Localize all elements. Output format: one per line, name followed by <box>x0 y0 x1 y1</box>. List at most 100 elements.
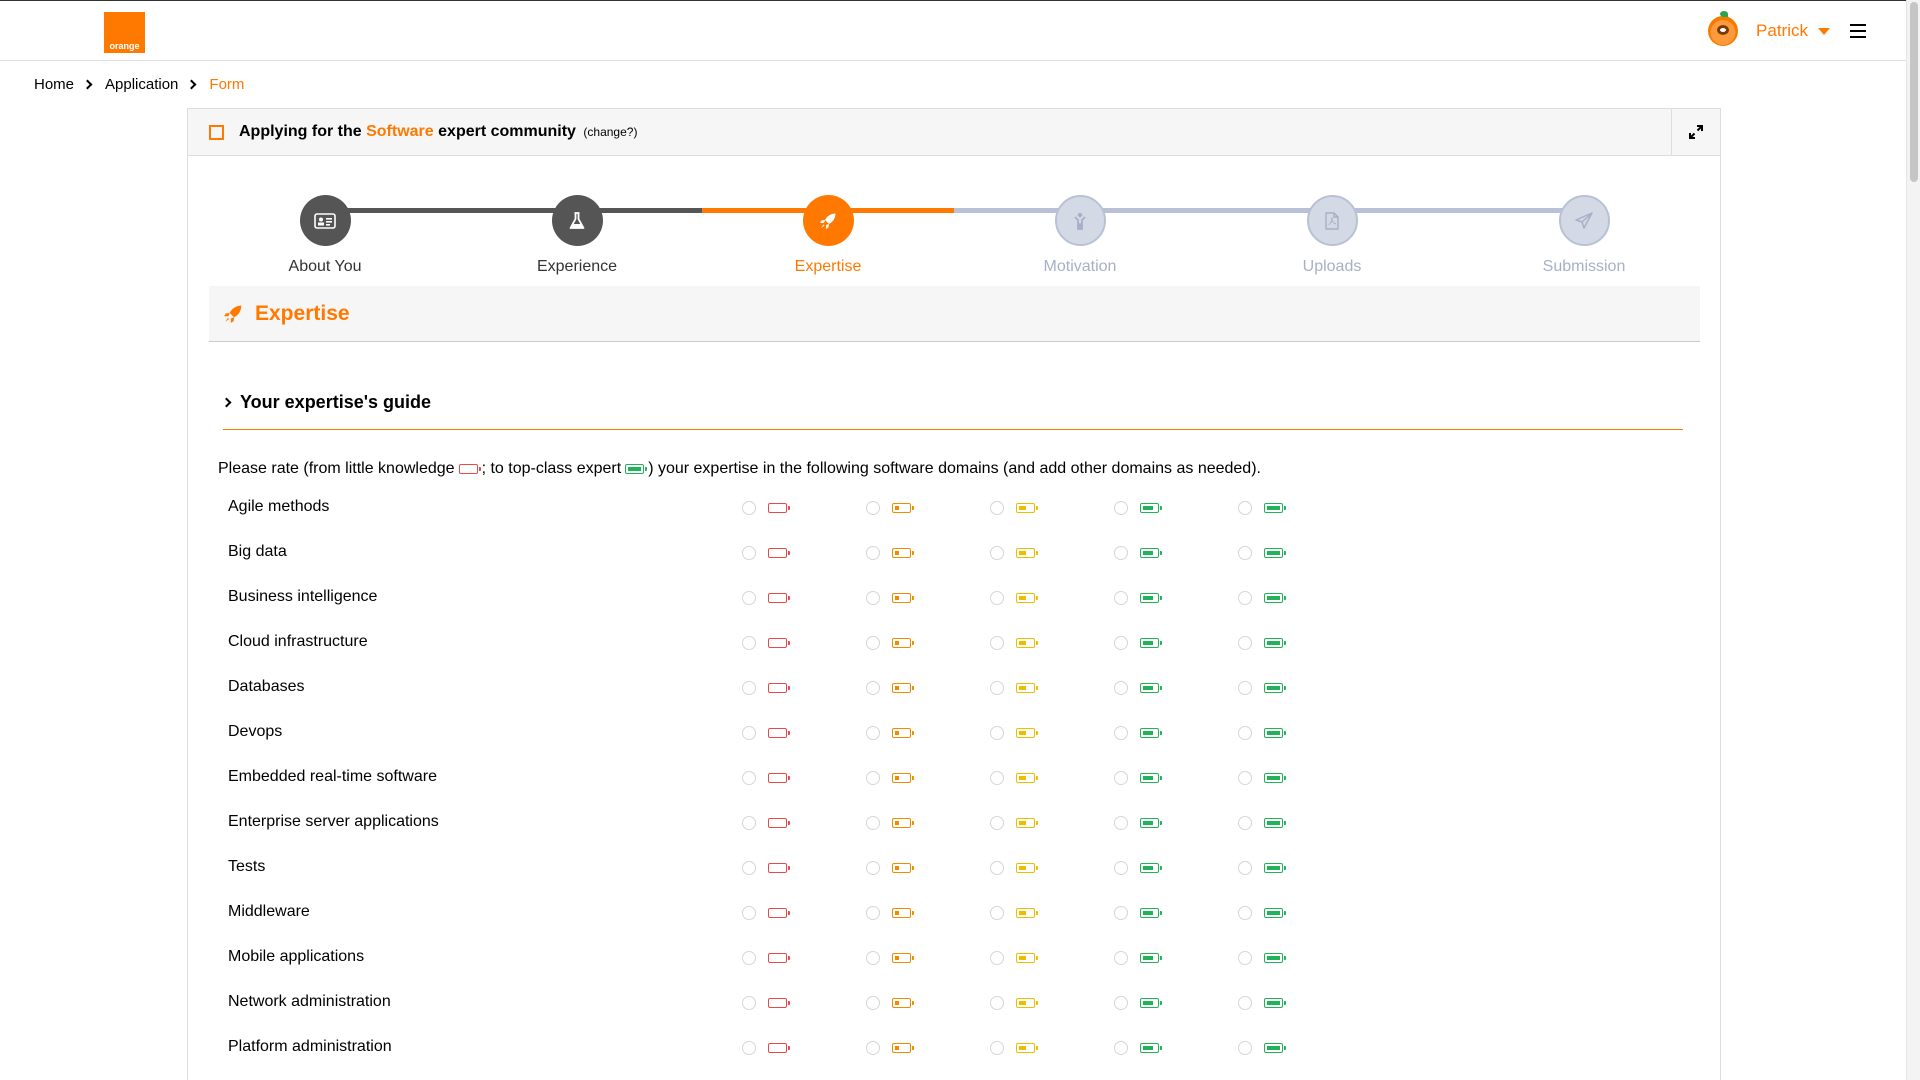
rating-radio[interactable] <box>1238 591 1252 605</box>
step-circle[interactable] <box>1558 195 1610 246</box>
rating-radio[interactable] <box>1114 591 1128 605</box>
rating-radio[interactable] <box>1114 951 1128 965</box>
rating-option-level-4[interactable] <box>1238 681 1286 695</box>
rating-option-level-0[interactable] <box>742 1041 790 1055</box>
orange-logo[interactable]: orange <box>104 12 145 53</box>
rating-radio[interactable] <box>990 951 1004 965</box>
rating-option-level-4[interactable] <box>1238 546 1286 560</box>
expertise-guide-toggle[interactable]: Your expertise's guide <box>221 392 1683 430</box>
step-submission[interactable]: Submission <box>1504 195 1664 276</box>
rating-radio[interactable] <box>1238 636 1252 650</box>
change-community-link[interactable]: (change?) <box>583 125 637 139</box>
rating-radio[interactable] <box>990 546 1004 560</box>
rating-option-level-2[interactable] <box>990 726 1038 740</box>
rating-radio[interactable] <box>742 906 756 920</box>
step-uploads[interactable]: Uploads <box>1252 195 1412 276</box>
rating-option-level-3[interactable] <box>1114 726 1162 740</box>
rating-option-level-4[interactable] <box>1238 501 1286 515</box>
rating-option-level-0[interactable] <box>742 726 790 740</box>
rating-radio[interactable] <box>1114 906 1128 920</box>
rating-option-level-2[interactable] <box>990 996 1038 1010</box>
rating-option-level-1[interactable] <box>866 636 914 650</box>
rating-radio[interactable] <box>1114 501 1128 515</box>
rating-radio[interactable] <box>866 636 880 650</box>
rating-option-level-4[interactable] <box>1238 906 1286 920</box>
rating-option-level-2[interactable] <box>990 591 1038 605</box>
guide-title[interactable]: Your expertise's guide <box>240 392 431 413</box>
rating-radio[interactable] <box>866 681 880 695</box>
user-avatar[interactable] <box>1708 11 1739 46</box>
hamburger-menu-icon[interactable] <box>1850 24 1866 38</box>
rating-radio[interactable] <box>990 636 1004 650</box>
step-about-you[interactable]: About You <box>245 195 405 276</box>
rating-option-level-4[interactable] <box>1238 951 1286 965</box>
rating-option-level-3[interactable] <box>1114 1041 1162 1055</box>
rating-option-level-1[interactable] <box>866 1041 914 1055</box>
rating-radio[interactable] <box>866 1041 880 1055</box>
rating-radio[interactable] <box>866 501 880 515</box>
rating-radio[interactable] <box>742 1041 756 1055</box>
rating-option-level-1[interactable] <box>866 771 914 785</box>
breadcrumb-application[interactable]: Application <box>105 76 178 93</box>
rating-option-level-0[interactable] <box>742 546 790 560</box>
rating-radio[interactable] <box>1238 906 1252 920</box>
rating-option-level-0[interactable] <box>742 771 790 785</box>
rating-radio[interactable] <box>866 591 880 605</box>
rating-option-level-4[interactable] <box>1238 726 1286 740</box>
rating-radio[interactable] <box>742 951 756 965</box>
rating-radio[interactable] <box>990 681 1004 695</box>
rating-radio[interactable] <box>1114 681 1128 695</box>
rating-option-level-0[interactable] <box>742 501 790 515</box>
step-circle[interactable] <box>802 195 854 246</box>
rating-radio[interactable] <box>1114 726 1128 740</box>
rating-radio[interactable] <box>866 726 880 740</box>
rating-option-level-3[interactable] <box>1114 816 1162 830</box>
rating-radio[interactable] <box>1238 681 1252 695</box>
step-circle[interactable] <box>1306 195 1358 246</box>
rating-radio[interactable] <box>1238 816 1252 830</box>
rating-option-level-1[interactable] <box>866 951 914 965</box>
rating-radio[interactable] <box>1238 1041 1252 1055</box>
rating-radio[interactable] <box>990 501 1004 515</box>
rating-option-level-0[interactable] <box>742 816 790 830</box>
rating-radio[interactable] <box>742 546 756 560</box>
user-name[interactable]: Patrick <box>1756 21 1808 41</box>
rating-option-level-1[interactable] <box>866 816 914 830</box>
rating-option-level-0[interactable] <box>742 906 790 920</box>
rating-option-level-1[interactable] <box>866 906 914 920</box>
page-scrollbar[interactable] <box>1906 0 1920 1080</box>
rating-radio[interactable] <box>866 951 880 965</box>
rating-option-level-1[interactable] <box>866 546 914 560</box>
rating-option-level-4[interactable] <box>1238 771 1286 785</box>
rating-radio[interactable] <box>1114 996 1128 1010</box>
rating-radio[interactable] <box>866 996 880 1010</box>
step-motivation[interactable]: Motivation <box>1000 195 1160 276</box>
step-experience[interactable]: Experience <box>497 195 657 276</box>
step-circle[interactable] <box>551 195 603 246</box>
rating-option-level-0[interactable] <box>742 951 790 965</box>
rating-option-level-1[interactable] <box>866 726 914 740</box>
rating-radio[interactable] <box>990 726 1004 740</box>
rating-radio[interactable] <box>1238 771 1252 785</box>
rating-option-level-3[interactable] <box>1114 636 1162 650</box>
rating-option-level-1[interactable] <box>866 591 914 605</box>
rating-radio[interactable] <box>990 996 1004 1010</box>
rating-option-level-2[interactable] <box>990 951 1038 965</box>
rating-radio[interactable] <box>1238 546 1252 560</box>
rating-option-level-4[interactable] <box>1238 996 1286 1010</box>
scrollbar-thumb[interactable] <box>1910 2 1918 182</box>
rating-radio[interactable] <box>1238 861 1252 875</box>
rating-radio[interactable] <box>990 816 1004 830</box>
rating-radio[interactable] <box>1114 771 1128 785</box>
caret-down-icon[interactable] <box>1818 27 1830 35</box>
rating-radio[interactable] <box>1238 996 1252 1010</box>
rating-radio[interactable] <box>1114 861 1128 875</box>
rating-option-level-3[interactable] <box>1114 996 1162 1010</box>
expand-button[interactable] <box>1671 109 1720 155</box>
rating-option-level-3[interactable] <box>1114 861 1162 875</box>
rating-option-level-2[interactable] <box>990 1041 1038 1055</box>
step-circle[interactable] <box>1054 195 1106 246</box>
breadcrumb-home[interactable]: Home <box>34 76 74 93</box>
rating-option-level-2[interactable] <box>990 636 1038 650</box>
rating-radio[interactable] <box>866 816 880 830</box>
